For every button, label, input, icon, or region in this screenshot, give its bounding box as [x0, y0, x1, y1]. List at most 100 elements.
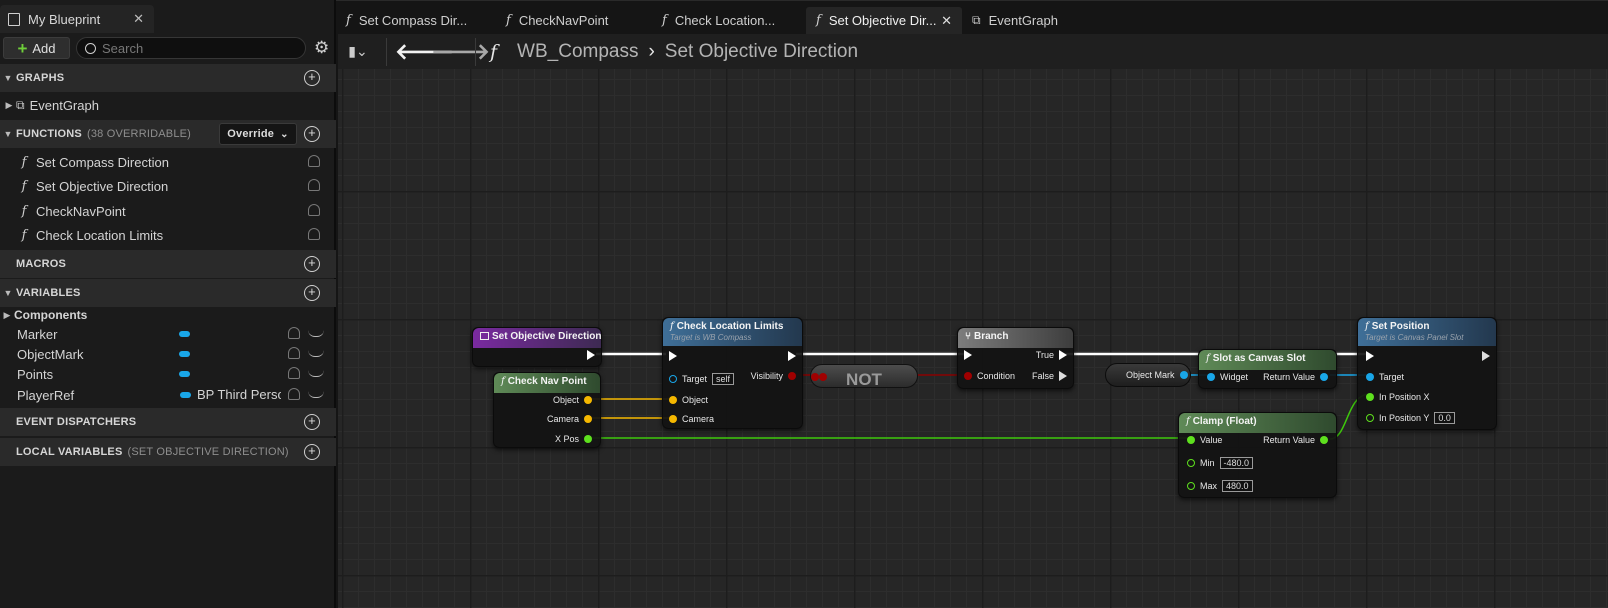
camera-out-pin[interactable]: Camera — [547, 414, 592, 424]
eye-closed-icon[interactable] — [308, 330, 324, 337]
xpos-out-pin[interactable]: X Pos — [555, 434, 592, 444]
node-title: Clamp (Float) — [1192, 416, 1257, 427]
add-graph-icon[interactable]: + — [304, 70, 320, 86]
section-functions[interactable]: ▼ FUNCTIONS (38 OVERRIDABLE) Override ⌄ … — [0, 120, 336, 148]
pin-dot-icon — [964, 372, 972, 380]
node-slot-as-canvas-slot[interactable]: f Slot as Canvas Slot Widget Return Value — [1198, 349, 1337, 389]
tab-set-objective-direction[interactable]: f Set Objective Dir... ✕ — [806, 7, 962, 34]
add-button[interactable]: + Add — [3, 37, 70, 59]
exec-in-pin[interactable] — [964, 350, 972, 360]
tab-checknavpoint[interactable]: f CheckNavPoint — [496, 7, 646, 34]
add-local-variable-icon[interactable]: + — [304, 444, 320, 460]
node-set-objective-direction-entry[interactable]: Set Objective Direction — [472, 327, 602, 367]
widget-in-pin[interactable]: Widget — [1207, 372, 1248, 382]
tab-label: CheckNavPoint — [518, 13, 609, 28]
object-mark-pin[interactable]: Object Mark — [1126, 370, 1188, 380]
bookmark-icon[interactable]: ▮⌄ — [338, 43, 378, 60]
pin-dot-icon — [669, 396, 677, 404]
exec-out-pin[interactable] — [788, 351, 796, 361]
function-item-label: Set Objective Direction — [36, 178, 169, 194]
back-arrow-icon[interactable]: 🡐 — [395, 39, 454, 65]
function-item-set-compass-direction[interactable]: f Set Compass Direction — [0, 150, 336, 174]
forward-arrow-icon[interactable]: 🡒 — [431, 39, 490, 65]
close-icon[interactable]: ✕ — [941, 13, 952, 29]
section-local-variables-label: LOCAL VARIABLES — [16, 446, 123, 458]
target-value[interactable]: self — [712, 373, 735, 385]
variable-item-playerref[interactable]: PlayerRef BP Third Perso — [0, 383, 336, 407]
breadcrumb-current[interactable]: Set Objective Direction — [665, 41, 858, 63]
pin-dot-icon — [819, 373, 827, 381]
section-macros[interactable]: MACROS + — [0, 250, 336, 278]
eye-closed-icon[interactable] — [308, 370, 324, 377]
eye-closed-icon[interactable] — [308, 391, 324, 398]
node-header: Set Objective Direction — [473, 328, 601, 348]
close-icon[interactable]: ✕ — [133, 11, 144, 27]
entry-icon — [480, 332, 489, 340]
override-dropdown[interactable]: Override ⌄ — [219, 123, 297, 145]
condition-pin[interactable]: Condition — [964, 371, 1015, 381]
object-out-pin[interactable]: Object — [553, 395, 592, 405]
node-header: f Check Location Limits Target is WB Comp… — [663, 318, 802, 346]
section-local-variables[interactable]: LOCAL VARIABLES (SET OBJECTIVE DIRECTION… — [0, 438, 336, 466]
pin-dot-icon — [1366, 393, 1374, 401]
exec-out-pin[interactable] — [587, 350, 595, 360]
node-clamp-float[interactable]: f Clamp (Float) Value Return Value Min -48… — [1178, 412, 1337, 498]
exec-pin-icon — [964, 350, 972, 360]
max-pin[interactable]: Max 480.0 — [1187, 480, 1253, 492]
function-icon: f — [346, 13, 351, 28]
exec-out-pin[interactable] — [1482, 351, 1490, 361]
function-item-set-objective-direction[interactable]: f Set Objective Direction — [0, 174, 336, 198]
add-variable-icon[interactable]: + — [304, 285, 320, 301]
node-not[interactable]: NOT — [810, 364, 918, 389]
function-icon: f — [670, 321, 674, 332]
section-graphs[interactable]: ▼ GRAPHS + — [0, 64, 336, 92]
node-title: Set Objective Direction — [492, 331, 602, 342]
return-value-pin[interactable]: Return Value — [1263, 372, 1328, 382]
function-item-check-location-limits[interactable]: f Check Location Limits — [0, 223, 336, 247]
exec-in-pin[interactable] — [1366, 351, 1374, 361]
value-in-pin[interactable]: Value — [1187, 435, 1222, 445]
true-out-pin[interactable]: True — [1036, 350, 1067, 360]
y-value[interactable]: 0.0 — [1434, 412, 1455, 424]
breadcrumb-root[interactable]: WB_Compass — [517, 41, 638, 63]
pin-dot-icon — [1179, 371, 1188, 379]
min-pin[interactable]: Min -480.0 — [1187, 457, 1254, 469]
add-event-dispatcher-icon[interactable]: + — [304, 414, 320, 430]
gear-icon[interactable]: ⚙ — [314, 38, 329, 58]
tab-eventgraph[interactable]: ⧉ EventGraph — [962, 7, 1092, 34]
function-icon: f — [506, 13, 511, 28]
in-position-y-pin[interactable]: In Position Y 0.0 — [1366, 412, 1455, 424]
graph-canvas[interactable]: Set Objective Direction f Check Nav Point… — [338, 69, 1608, 608]
in-position-x-pin[interactable]: In Position X — [1366, 392, 1430, 402]
false-out-pin[interactable]: False — [1032, 371, 1067, 381]
add-function-icon[interactable]: + — [304, 126, 320, 142]
node-check-location-limits[interactable]: f Check Location Limits Target is WB Comp… — [662, 317, 803, 429]
node-set-position[interactable]: f Set Position Target is Canvas Panel Slo… — [1357, 317, 1497, 430]
pin-label: Visibility — [750, 371, 783, 381]
section-event-dispatchers[interactable]: EVENT DISPATCHERS + — [0, 408, 336, 436]
function-item-checknavpoint[interactable]: f CheckNavPoint — [0, 199, 336, 223]
target-pin[interactable]: Target self — [669, 373, 735, 385]
visibility-out-pin[interactable]: Visibility — [751, 371, 796, 381]
object-in-pin[interactable]: Object — [669, 395, 708, 405]
tab-check-location-limits[interactable]: f Check Location... — [652, 7, 802, 34]
node-check-nav-point[interactable]: f Check Nav Point Object Camera X Pos — [493, 372, 601, 448]
my-blueprint-panel: My Blueprint ✕ + Add Search ⚙ ▼ GRAPHS +… — [0, 0, 336, 608]
node-branch[interactable]: ⑂ Branch True Condition False — [957, 327, 1074, 389]
tab-set-compass-direction[interactable]: f Set Compass Dir... — [336, 7, 486, 34]
pin-dot-icon — [1187, 436, 1195, 444]
eye-closed-icon[interactable] — [308, 350, 324, 357]
my-blueprint-tab[interactable]: My Blueprint ✕ — [0, 5, 154, 33]
target-pin[interactable]: Target — [1366, 372, 1404, 382]
exec-in-pin[interactable] — [669, 351, 677, 361]
search-input[interactable]: Search — [76, 37, 306, 59]
max-value[interactable]: 480.0 — [1222, 480, 1253, 492]
section-graphs-label: GRAPHS — [16, 72, 65, 84]
return-value-pin[interactable]: Return Value — [1263, 435, 1328, 445]
add-macro-icon[interactable]: + — [304, 256, 320, 272]
graph-item-eventgraph[interactable]: ▶ ⧉ EventGraph — [0, 93, 336, 117]
camera-in-pin[interactable]: Camera — [669, 414, 714, 424]
variable-name: ObjectMark — [17, 346, 84, 362]
min-value[interactable]: -480.0 — [1219, 457, 1254, 469]
node-object-mark-getter[interactable]: Object Mark — [1105, 363, 1191, 387]
